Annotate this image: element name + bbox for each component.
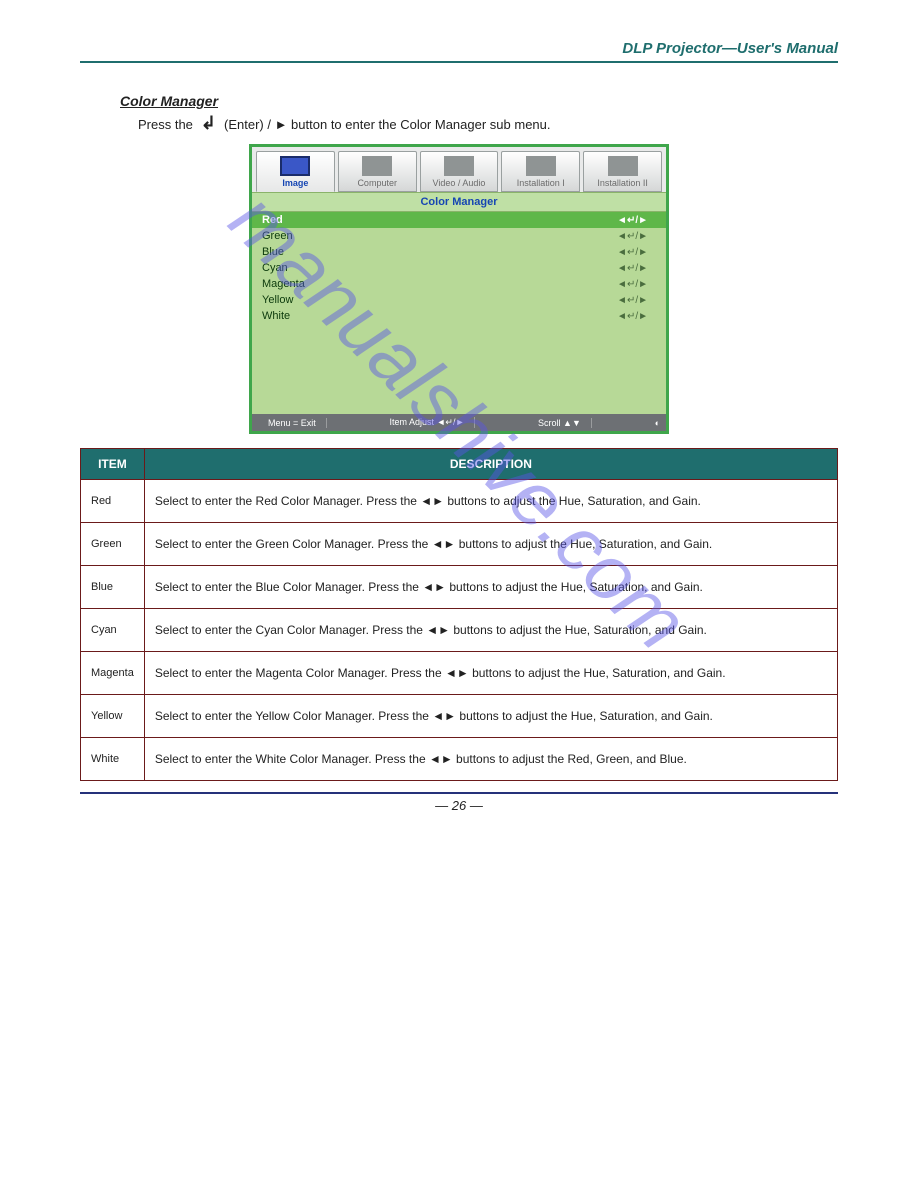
table-row: Yellow Select to enter the Yellow Color … <box>81 695 838 738</box>
cell-item: Green <box>81 523 145 566</box>
description-table: ITEM DESCRIPTION Red Select to enter the… <box>80 448 838 781</box>
osd-footer-adjust: Item Adjust ◄↵/► <box>379 417 475 428</box>
video-audio-icon <box>444 156 474 176</box>
instruction-line: Press the ↲ (Enter) / ► button to enter … <box>138 117 838 132</box>
osd-item-magenta[interactable]: Magenta ◄↵/► <box>252 276 666 292</box>
bulb-icon: ◐ <box>645 418 660 428</box>
tab-installation-2[interactable]: Installation II <box>583 151 662 192</box>
tab-label: Installation II <box>597 178 648 188</box>
col-head-item: ITEM <box>81 449 145 480</box>
table-row: Cyan Select to enter the Cyan Color Mana… <box>81 609 838 652</box>
osd-tab-bar: Image Computer Video / Audio Installatio… <box>252 147 666 192</box>
cell-item: White <box>81 738 145 781</box>
tab-image[interactable]: Image <box>256 151 335 192</box>
monitor-icon <box>280 156 310 176</box>
tab-label: Installation I <box>517 178 565 188</box>
osd-item-label: Blue <box>262 246 284 258</box>
page-footer: — 26 — <box>80 792 838 813</box>
cell-desc: Select to enter the White Color Manager.… <box>144 738 837 781</box>
enter-right-icon: ◄↵/► <box>617 279 648 290</box>
tab-installation-1[interactable]: Installation I <box>501 151 580 192</box>
osd-item-label: Red <box>262 214 283 226</box>
col-head-desc: DESCRIPTION <box>144 449 837 480</box>
table-row: Green Select to enter the Green Color Ma… <box>81 523 838 566</box>
cell-item: Blue <box>81 566 145 609</box>
footer-rule <box>80 792 838 794</box>
table-row: Red Select to enter the Red Color Manage… <box>81 480 838 523</box>
osd-item-label: Yellow <box>262 294 293 306</box>
cell-desc: Select to enter the Cyan Color Manager. … <box>144 609 837 652</box>
table-row: White Select to enter the White Color Ma… <box>81 738 838 781</box>
osd-item-white[interactable]: White ◄↵/► <box>252 308 666 324</box>
osd-footer-menu: Menu = Exit <box>258 418 327 428</box>
cell-desc: Select to enter the Red Color Manager. P… <box>144 480 837 523</box>
projector-icon <box>526 156 556 176</box>
cell-item: Magenta <box>81 652 145 695</box>
section-title: Color Manager <box>120 93 838 109</box>
header-rule <box>80 61 838 63</box>
cell-desc: Select to enter the Magenta Color Manage… <box>144 652 837 695</box>
osd-list: Red ◄↵/► Green ◄↵/► Blue ◄↵/► Cyan ◄↵/► … <box>252 212 666 414</box>
table-row: Blue Select to enter the Blue Color Mana… <box>81 566 838 609</box>
enter-right-icon: ◄↵/► <box>617 247 648 258</box>
tab-label: Image <box>282 178 308 188</box>
osd-item-blue[interactable]: Blue ◄↵/► <box>252 244 666 260</box>
enter-right-icon: ◄↵/► <box>617 311 648 322</box>
enter-right-icon: ◄↵/► <box>617 263 648 274</box>
osd-footer: Menu = Exit Item Adjust ◄↵/► Scroll ▲▼ ◐ <box>252 414 666 431</box>
cell-desc: Select to enter the Yellow Color Manager… <box>144 695 837 738</box>
osd-item-label: White <box>262 310 290 322</box>
cell-item: Yellow <box>81 695 145 738</box>
osd-panel: Image Computer Video / Audio Installatio… <box>249 144 669 434</box>
enter-right-icon: ◄↵/► <box>617 215 648 226</box>
projector-icon <box>608 156 638 176</box>
osd-footer-scroll: Scroll ▲▼ <box>528 418 592 428</box>
computer-icon <box>362 156 392 176</box>
osd-item-yellow[interactable]: Yellow ◄↵/► <box>252 292 666 308</box>
enter-right-icon: ◄↵/► <box>617 295 648 306</box>
tab-video-audio[interactable]: Video / Audio <box>420 151 499 192</box>
osd-item-label: Magenta <box>262 278 305 290</box>
page-number: — 26 — <box>80 798 838 813</box>
tab-label: Computer <box>357 178 397 188</box>
table-row: Magenta Select to enter the Magenta Colo… <box>81 652 838 695</box>
osd-item-label: Green <box>262 230 293 242</box>
cell-item: Cyan <box>81 609 145 652</box>
cell-item: Red <box>81 480 145 523</box>
osd-item-red[interactable]: Red ◄↵/► <box>252 212 666 228</box>
osd-submenu-title: Color Manager <box>252 192 666 212</box>
cell-desc: Select to enter the Blue Color Manager. … <box>144 566 837 609</box>
tab-label: Video / Audio <box>433 178 486 188</box>
cell-desc: Select to enter the Green Color Manager.… <box>144 523 837 566</box>
osd-item-label: Cyan <box>262 262 288 274</box>
instruction-prefix: Press the <box>138 117 193 132</box>
tab-computer[interactable]: Computer <box>338 151 417 192</box>
osd-item-cyan[interactable]: Cyan ◄↵/► <box>252 260 666 276</box>
enter-right-icon: ◄↵/► <box>617 231 648 242</box>
osd-item-green[interactable]: Green ◄↵/► <box>252 228 666 244</box>
page-header-title: DLP Projector—User's Manual <box>80 40 838 57</box>
instruction-suffix: (Enter) / ► button to enter the Color Ma… <box>224 117 550 132</box>
